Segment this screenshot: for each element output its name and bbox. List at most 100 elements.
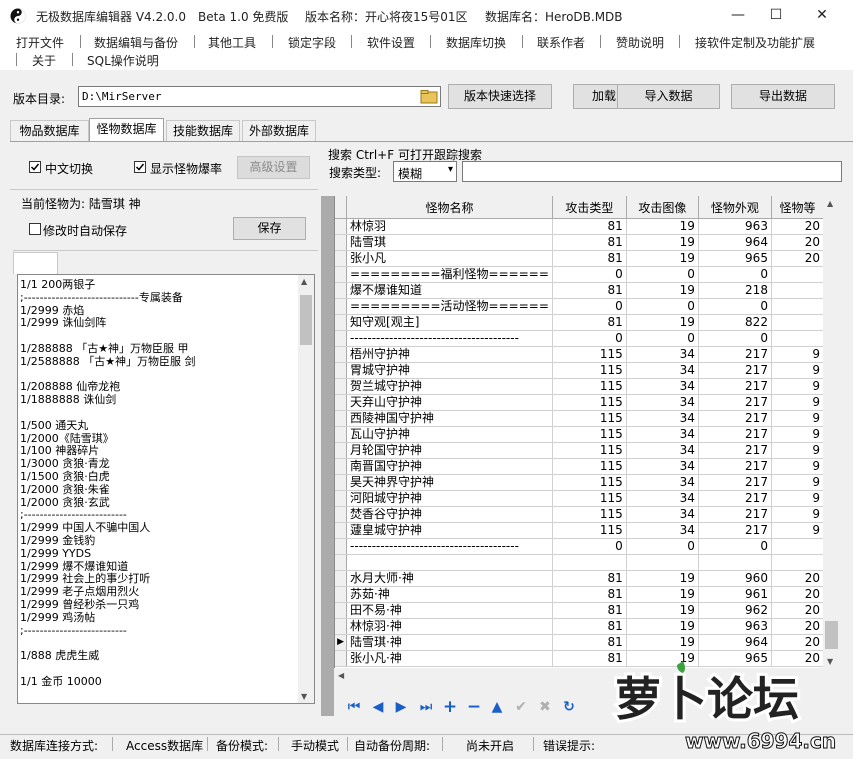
- table-cell[interactable]: 115: [552, 474, 627, 491]
- monster-name-cell[interactable]: ---------------------------------------: [346, 538, 553, 555]
- table-cell[interactable]: 960: [698, 570, 772, 587]
- table-cell[interactable]: 34: [626, 410, 699, 427]
- last-record-icon[interactable]: ⏭: [417, 698, 435, 716]
- table-cell[interactable]: 34: [626, 458, 699, 475]
- table-row[interactable]: --------------------------------------- 0…: [335, 330, 824, 347]
- table-row[interactable]: 苏茹·神 81 19 961 20: [335, 586, 824, 603]
- table-cell[interactable]: 115: [552, 458, 627, 475]
- row-selector[interactable]: [335, 618, 348, 635]
- column-header[interactable]: 攻击类型: [552, 196, 627, 219]
- table-cell[interactable]: 9: [771, 346, 824, 363]
- table-row[interactable]: 田不易·神 81 19 962 20: [335, 602, 824, 619]
- table-cell[interactable]: 0: [626, 330, 699, 347]
- table-cell[interactable]: [771, 298, 824, 315]
- monster-name-cell[interactable]: 苏茹·神: [346, 586, 553, 603]
- table-cell[interactable]: 20: [771, 634, 824, 651]
- table-cell[interactable]: 0: [698, 266, 772, 283]
- monster-name-cell[interactable]: =========活动怪物======: [346, 298, 553, 315]
- table-cell[interactable]: 962: [698, 602, 772, 619]
- table-cell[interactable]: 217: [698, 378, 772, 395]
- row-selector[interactable]: [335, 538, 348, 555]
- table-cell[interactable]: 115: [552, 506, 627, 523]
- row-selector[interactable]: [335, 266, 348, 283]
- monster-name-cell[interactable]: 河阳城守护神: [346, 490, 553, 507]
- table-cell[interactable]: 0: [626, 298, 699, 315]
- monster-name-cell[interactable]: 陆雪琪: [346, 234, 553, 251]
- table-cell[interactable]: 115: [552, 522, 627, 539]
- menu-contact[interactable]: 联系作者: [537, 34, 585, 51]
- table-row[interactable]: ▶ 陆雪琪·神 81 19 964 20: [335, 634, 824, 651]
- menu-sponsor[interactable]: 赞助说明: [616, 34, 664, 51]
- monster-grid[interactable]: 怪物名称 攻击类型 攻击图像 怪物外观 怪物等 林惊羽 81 19 963 20 陆雪琪 8…: [334, 196, 824, 668]
- refresh-icon[interactable]: ↻: [560, 698, 578, 716]
- monster-name-cell[interactable]: 张小凡·神: [346, 650, 553, 667]
- row-selector[interactable]: [335, 586, 348, 603]
- table-cell[interactable]: [771, 282, 824, 299]
- table-cell[interactable]: 19: [626, 250, 699, 267]
- table-cell[interactable]: 34: [626, 490, 699, 507]
- monster-name-cell[interactable]: 田不易·神: [346, 602, 553, 619]
- table-cell[interactable]: 34: [626, 474, 699, 491]
- row-selector[interactable]: [335, 490, 348, 507]
- tab-skills[interactable]: 技能数据库: [166, 120, 240, 141]
- table-cell[interactable]: 115: [552, 394, 627, 411]
- tab-external[interactable]: 外部数据库: [242, 120, 316, 141]
- row-selector[interactable]: [335, 282, 348, 299]
- row-selector[interactable]: [335, 554, 348, 571]
- next-record-icon[interactable]: ▶: [392, 698, 410, 716]
- delete-record-icon[interactable]: −: [465, 698, 483, 716]
- column-header[interactable]: 怪物等: [771, 196, 824, 219]
- table-cell[interactable]: 0: [552, 330, 627, 347]
- table-cell[interactable]: 81: [552, 218, 627, 235]
- folder-icon[interactable]: [420, 89, 438, 104]
- table-row[interactable]: 梧州守护神 115 34 217 9: [335, 346, 824, 363]
- row-selector[interactable]: [335, 346, 348, 363]
- table-cell[interactable]: 0: [698, 298, 772, 315]
- table-cell[interactable]: [698, 554, 772, 571]
- dir-field[interactable]: D:\MirServer: [78, 86, 441, 107]
- table-row[interactable]: 胃城守护神 115 34 217 9: [335, 362, 824, 379]
- table-cell[interactable]: 9: [771, 378, 824, 395]
- monster-name-cell[interactable]: [346, 554, 553, 571]
- monster-name-cell[interactable]: 知守观[观主]: [346, 314, 553, 331]
- quick-select-button[interactable]: 版本快速选择: [448, 84, 552, 109]
- table-cell[interactable]: [771, 554, 824, 571]
- table-cell[interactable]: 115: [552, 378, 627, 395]
- table-cell[interactable]: 9: [771, 426, 824, 443]
- table-cell[interactable]: [771, 330, 824, 347]
- table-cell[interactable]: 9: [771, 394, 824, 411]
- table-cell[interactable]: 81: [552, 586, 627, 603]
- table-row[interactable]: 焚香谷守护神 115 34 217 9: [335, 506, 824, 523]
- table-cell[interactable]: 19: [626, 218, 699, 235]
- table-cell[interactable]: 34: [626, 442, 699, 459]
- table-cell[interactable]: 81: [552, 250, 627, 267]
- table-row[interactable]: 西陵神国守护神 115 34 217 9: [335, 410, 824, 427]
- table-cell[interactable]: 217: [698, 474, 772, 491]
- menu-about[interactable]: 关于: [32, 52, 56, 69]
- table-cell[interactable]: 81: [552, 314, 627, 331]
- post-record-icon[interactable]: ✔: [512, 698, 530, 716]
- table-cell[interactable]: 9: [771, 506, 824, 523]
- drops-tab[interactable]: [13, 252, 58, 274]
- prior-record-icon[interactable]: ◀: [369, 698, 387, 716]
- table-cell[interactable]: 0: [552, 266, 627, 283]
- monster-name-cell[interactable]: 蘧皇城守护神: [346, 522, 553, 539]
- row-selector[interactable]: [335, 458, 348, 475]
- menu-db-switch[interactable]: 数据库切换: [446, 34, 506, 51]
- table-cell[interactable]: 81: [552, 602, 627, 619]
- table-cell[interactable]: 963: [698, 218, 772, 235]
- table-cell[interactable]: 0: [552, 298, 627, 315]
- save-button[interactable]: 保存: [233, 217, 306, 240]
- monster-name-cell[interactable]: 梧州守护神: [346, 346, 553, 363]
- menu-sql-help[interactable]: SQL操作说明: [87, 52, 159, 69]
- table-row[interactable]: =========福利怪物====== 0 0 0: [335, 266, 824, 283]
- table-cell[interactable]: 964: [698, 234, 772, 251]
- table-cell[interactable]: 115: [552, 346, 627, 363]
- first-record-icon[interactable]: ⏮: [345, 698, 363, 716]
- tab-monsters[interactable]: 怪物数据库: [89, 118, 164, 142]
- row-selector[interactable]: [335, 298, 348, 315]
- table-cell[interactable]: 20: [771, 602, 824, 619]
- row-selector[interactable]: [335, 410, 348, 427]
- monster-name-cell[interactable]: ---------------------------------------: [346, 330, 553, 347]
- table-row[interactable]: --------------------------------------- 0…: [335, 538, 824, 555]
